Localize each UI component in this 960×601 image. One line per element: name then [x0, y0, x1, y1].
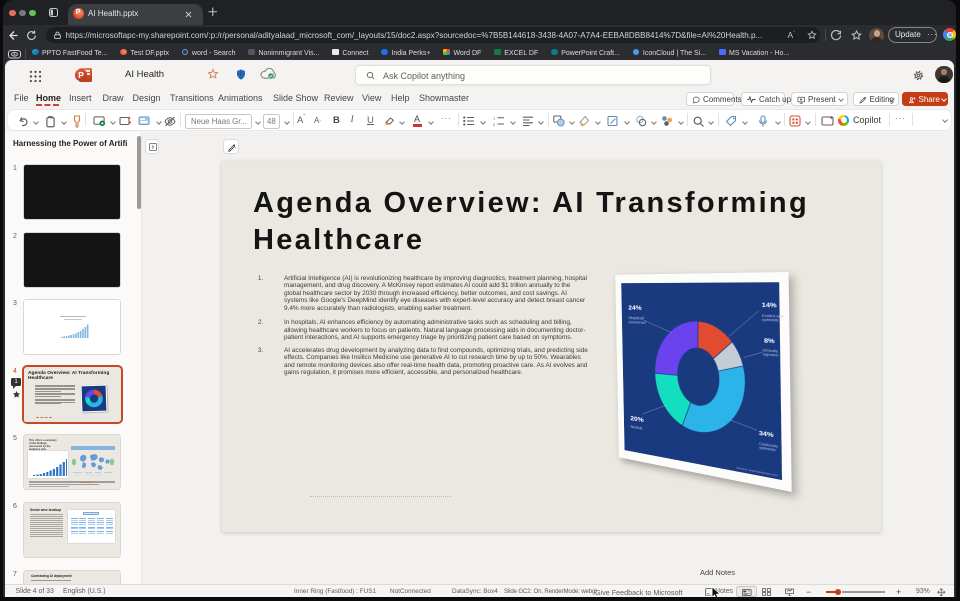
svg-text:1: 1 [493, 116, 496, 120]
svg-text:2: 2 [493, 122, 496, 126]
